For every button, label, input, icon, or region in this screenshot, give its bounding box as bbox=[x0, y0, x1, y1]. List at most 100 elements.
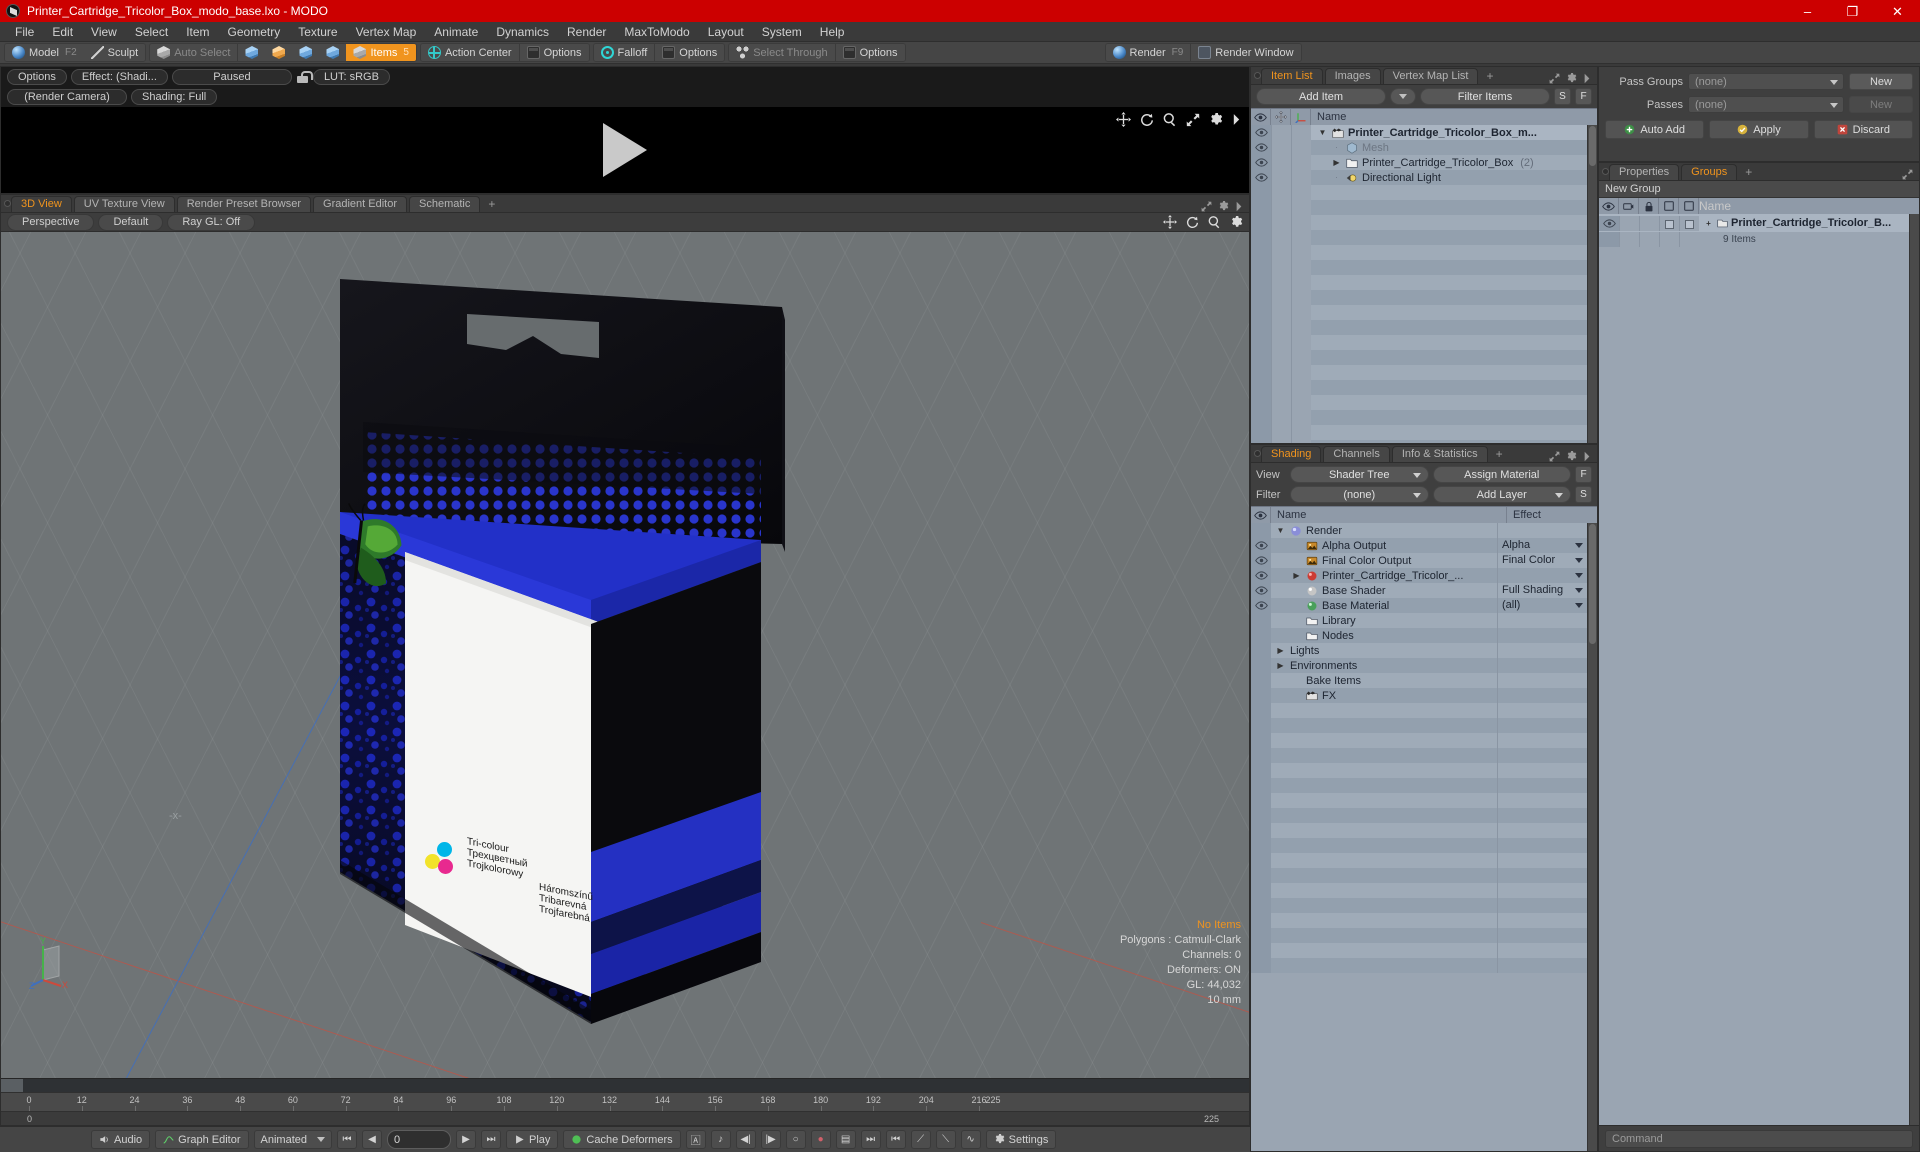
add-tab-button[interactable]: + bbox=[1739, 164, 1758, 180]
shader-row-visibility[interactable] bbox=[1251, 673, 1271, 688]
shader-tree-row[interactable]: Alpha Output Alpha bbox=[1251, 538, 1587, 553]
select-through-options-button[interactable]: Options bbox=[835, 44, 905, 61]
panel-gear-icon[interactable] bbox=[1566, 451, 1577, 462]
range-end-button[interactable]: ⏮ bbox=[885, 1130, 906, 1149]
fit-icon[interactable] bbox=[1186, 113, 1200, 127]
tab-groups[interactable]: Groups bbox=[1681, 164, 1738, 180]
new-group-button[interactable]: New Group bbox=[1599, 181, 1919, 198]
shader-row-effect-cell[interactable]: Full Shading bbox=[1497, 583, 1587, 598]
lock-icon[interactable] bbox=[296, 71, 313, 83]
row-name-cell[interactable]: · Directional Light bbox=[1311, 172, 1587, 184]
filter-items-field[interactable]: Filter Items bbox=[1420, 88, 1550, 105]
group-row-extra[interactable] bbox=[1679, 215, 1699, 231]
tab-properties[interactable]: Properties bbox=[1609, 164, 1680, 180]
zoom-icon[interactable] bbox=[1163, 112, 1177, 127]
menu-animate[interactable]: Animate bbox=[425, 22, 487, 42]
row-visibility-toggle[interactable] bbox=[1251, 125, 1271, 140]
shader-row-effect-cell[interactable] bbox=[1497, 628, 1587, 643]
preview-paused-button[interactable]: Paused bbox=[171, 69, 292, 85]
shader-tree-row[interactable]: Base Material (all) bbox=[1251, 598, 1587, 613]
panel-gear-icon[interactable] bbox=[1218, 201, 1229, 212]
eye-icon[interactable] bbox=[1254, 143, 1268, 152]
group-row[interactable]: + Printer_Cartridge_Tricolor_B... bbox=[1599, 214, 1909, 232]
shader-tree-row[interactable]: Bake Items bbox=[1251, 673, 1587, 688]
group-row-lock[interactable] bbox=[1639, 215, 1659, 231]
timeline-scrub-strip[interactable] bbox=[1, 1078, 1249, 1092]
shader-row-visibility[interactable] bbox=[1251, 688, 1271, 703]
menu-edit[interactable]: Edit bbox=[43, 22, 82, 42]
shader-row-name-cell[interactable]: ▶ Lights bbox=[1271, 645, 1497, 657]
audio-scrub-button[interactable]: ♪ bbox=[710, 1130, 731, 1149]
passes-selector[interactable]: (none) bbox=[1688, 96, 1844, 113]
menu-layout[interactable]: Layout bbox=[699, 22, 753, 42]
polygon-select-button[interactable] bbox=[292, 44, 320, 61]
eye-icon[interactable] bbox=[1254, 586, 1268, 595]
frame-number-field[interactable]: 0 bbox=[387, 1130, 451, 1149]
row-axis-cell[interactable] bbox=[1291, 170, 1311, 185]
pass-groups-selector[interactable]: (none) bbox=[1688, 73, 1844, 90]
row-transform-cell[interactable] bbox=[1271, 155, 1291, 170]
shader-row-effect-cell[interactable] bbox=[1497, 523, 1587, 538]
play-button[interactable]: Play bbox=[506, 1130, 559, 1149]
shader-row-name-cell[interactable]: ▶ Printer_Cartridge_Tricolor_... bbox=[1271, 570, 1497, 582]
minimize-button[interactable]: – bbox=[1785, 0, 1830, 22]
shading-filter-selector[interactable]: (none) bbox=[1290, 486, 1429, 503]
eye-icon[interactable] bbox=[1254, 173, 1268, 182]
disclosure-right-icon[interactable]: ▶ bbox=[1275, 646, 1286, 655]
tab-uv-texture-view[interactable]: UV Texture View bbox=[73, 196, 175, 212]
row-transform-cell[interactable] bbox=[1271, 140, 1291, 155]
row-name-cell[interactable]: · Mesh bbox=[1311, 142, 1587, 154]
panel-gear-icon[interactable] bbox=[1566, 73, 1577, 84]
shader-row-effect-cell[interactable]: Final Color bbox=[1497, 553, 1587, 568]
action-center-options-button[interactable]: Options bbox=[519, 44, 589, 61]
chevron-down-icon[interactable] bbox=[1575, 603, 1583, 608]
menu-view[interactable]: View bbox=[82, 22, 126, 42]
panel-arrow-icon[interactable] bbox=[1235, 201, 1243, 212]
render-button[interactable]: Render F9 bbox=[1105, 44, 1191, 61]
maximize-panel-icon[interactable] bbox=[1201, 201, 1212, 212]
chevron-down-icon[interactable] bbox=[1575, 558, 1583, 563]
shader-row-visibility[interactable] bbox=[1251, 643, 1271, 658]
row-transform-cell[interactable] bbox=[1271, 125, 1291, 140]
menu-vertex-map[interactable]: Vertex Map bbox=[347, 22, 426, 42]
render-window-button[interactable]: Render Window bbox=[1191, 44, 1301, 61]
preview-effect-button[interactable]: Effect: (Shadi... bbox=[70, 69, 168, 85]
maximize-panel-icon[interactable] bbox=[1549, 73, 1560, 84]
disclosure-right-icon[interactable]: ▶ bbox=[1331, 158, 1342, 167]
group-expand-icon[interactable]: + bbox=[1703, 219, 1714, 228]
preview-options-button[interactable]: Options bbox=[7, 69, 67, 85]
cache-deformers-button[interactable]: Cache Deformers bbox=[563, 1130, 681, 1149]
curve-in-button[interactable]: ⟋ bbox=[910, 1130, 931, 1149]
tab-vertex-map-list[interactable]: Vertex Map List bbox=[1382, 68, 1479, 84]
item-list-row[interactable]: ▼ Printer_Cartridge_Tricolor_Box_m... bbox=[1251, 125, 1587, 140]
menu-system[interactable]: System bbox=[753, 22, 811, 42]
apply-button[interactable]: Apply bbox=[1709, 120, 1809, 139]
play-triangle-icon[interactable] bbox=[603, 123, 647, 177]
row-visibility-toggle[interactable] bbox=[1251, 140, 1271, 155]
shader-tree-selector[interactable]: Shader Tree bbox=[1290, 466, 1429, 483]
gear-icon[interactable] bbox=[1209, 112, 1223, 127]
shader-row-visibility[interactable] bbox=[1251, 523, 1271, 538]
curve-out-button[interactable]: ⟍ bbox=[935, 1130, 956, 1149]
shader-row-visibility[interactable] bbox=[1251, 598, 1271, 613]
timeline-ruler[interactable]: 0 12 24 36 48 60 72 84 96 108 120 132 144 156 168 180 19… bbox=[1, 1092, 1249, 1111]
viewport-gear-icon[interactable] bbox=[1230, 215, 1243, 229]
select-through-button[interactable]: Select Through bbox=[729, 44, 835, 61]
menu-dynamics[interactable]: Dynamics bbox=[487, 22, 558, 42]
row-axis-cell[interactable] bbox=[1291, 155, 1311, 170]
eye-icon[interactable] bbox=[1254, 556, 1268, 565]
items-mode-button[interactable]: Items 5 bbox=[346, 44, 416, 61]
shader-row-effect-cell[interactable] bbox=[1497, 643, 1587, 658]
item-list-scrollbar[interactable] bbox=[1587, 125, 1597, 443]
viewport-rotate-icon[interactable] bbox=[1186, 215, 1199, 229]
group-row-name-cell[interactable]: + Printer_Cartridge_Tricolor_B... bbox=[1699, 217, 1909, 229]
item-list-body[interactable]: ▼ Printer_Cartridge_Tricolor_Box_m... · Mes… bbox=[1251, 125, 1587, 443]
material-select-button[interactable] bbox=[319, 44, 347, 61]
row-visibility-toggle[interactable] bbox=[1251, 170, 1271, 185]
timeline-range-strip[interactable]: 0 225 bbox=[1, 1111, 1249, 1125]
menu-help[interactable]: Help bbox=[811, 22, 854, 42]
rotate-icon[interactable] bbox=[1140, 112, 1154, 127]
shader-row-visibility[interactable] bbox=[1251, 553, 1271, 568]
move-icon[interactable] bbox=[1116, 112, 1131, 127]
raygl-selector[interactable]: Ray GL: Off bbox=[167, 213, 256, 231]
